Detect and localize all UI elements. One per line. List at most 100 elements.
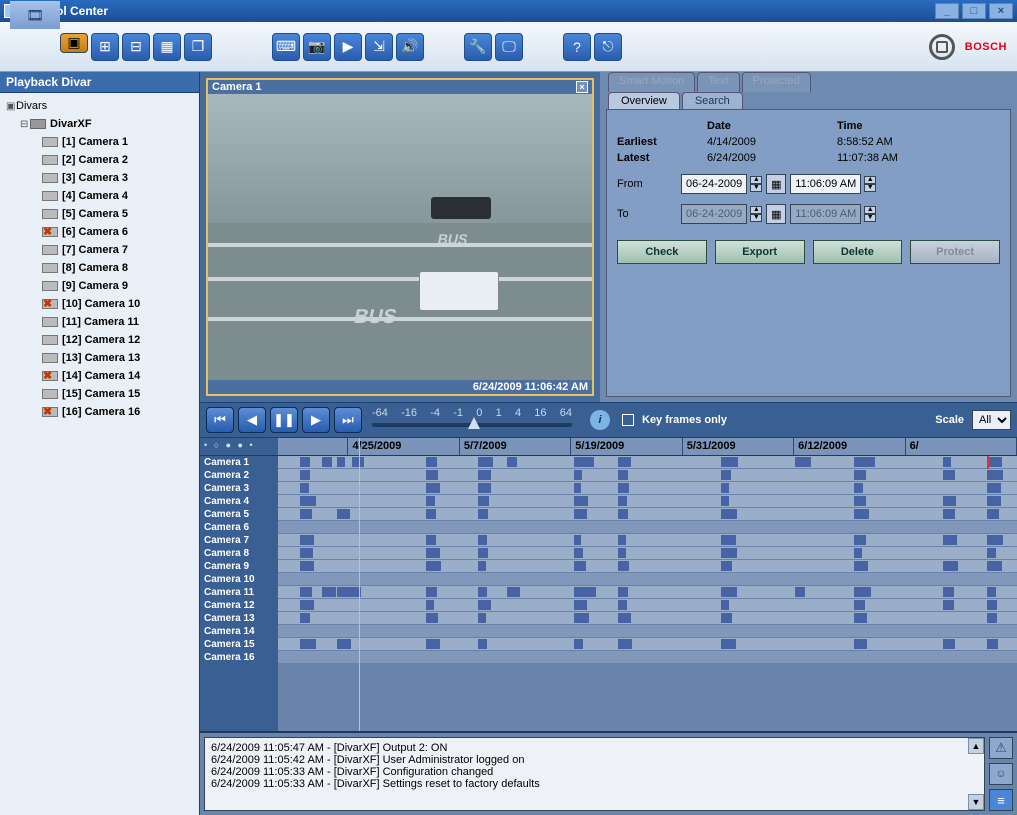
tree-camera[interactable]: [14] Camera 14: [2, 367, 197, 385]
camera-icon: [42, 299, 58, 309]
scale-select[interactable]: All: [972, 410, 1011, 430]
tree-camera[interactable]: [10] Camera 10: [2, 295, 197, 313]
tree-root[interactable]: ▣Divars: [2, 97, 197, 115]
delete-button[interactable]: Delete: [813, 240, 903, 264]
timeline-track[interactable]: [278, 651, 1017, 664]
help-button[interactable]: ?: [563, 33, 591, 61]
tree-camera[interactable]: [6] Camera 6: [2, 223, 197, 241]
timeline-track[interactable]: [278, 469, 1017, 482]
to-date-input[interactable]: 06-24-2009: [681, 204, 747, 224]
tab-protected[interactable]: Protected: [742, 72, 811, 92]
tree-camera[interactable]: [1] Camera 1: [2, 133, 197, 151]
timeline-track[interactable]: [278, 560, 1017, 573]
timeline-track[interactable]: [278, 495, 1017, 508]
play-forward-button[interactable]: ▶: [302, 407, 330, 433]
tab-search[interactable]: Search: [682, 92, 743, 109]
to-date-picker[interactable]: ▦: [766, 204, 786, 224]
device-tree[interactable]: ▣Divars ⊟DivarXF [1] Camera 1[2] Camera …: [0, 93, 199, 815]
tab-overview[interactable]: Overview: [608, 92, 680, 109]
tree-camera[interactable]: [3] Camera 3: [2, 169, 197, 187]
log-filter-alert-button[interactable]: ⚠: [989, 737, 1013, 759]
timeline-track[interactable]: [278, 521, 1017, 534]
timeline-label: Camera 5: [200, 508, 278, 521]
tree-camera[interactable]: [8] Camera 8: [2, 259, 197, 277]
calc-button[interactable]: ⌨: [272, 33, 300, 61]
speed-slider[interactable]: -64-16-4-10141664: [372, 407, 572, 433]
timeline-track[interactable]: [278, 456, 1017, 469]
maximize-button[interactable]: □: [962, 3, 986, 19]
hdr-time: Time: [837, 120, 947, 132]
info-icon[interactable]: i: [590, 410, 610, 430]
camera-icon: [42, 173, 58, 183]
monitor-button[interactable]: 🖵: [495, 33, 523, 61]
tree-camera[interactable]: [4] Camera 4: [2, 187, 197, 205]
right-panel: Smart Motion Text Protected Overview Sea…: [600, 72, 1017, 402]
timeline-track[interactable]: [278, 573, 1017, 586]
tree-camera[interactable]: [12] Camera 12: [2, 331, 197, 349]
layout-4-button[interactable]: ⊞: [91, 33, 119, 61]
timeline-track[interactable]: [278, 482, 1017, 495]
check-button[interactable]: Check: [617, 240, 707, 264]
tree-camera[interactable]: [13] Camera 13: [2, 349, 197, 367]
tree-camera[interactable]: [16] Camera 16: [2, 403, 197, 421]
person-icon: ☺: [995, 768, 1006, 780]
tree-camera[interactable]: [2] Camera 2: [2, 151, 197, 169]
camera-icon: [42, 209, 58, 219]
export-button-toolbar[interactable]: ⇲: [365, 33, 393, 61]
to-time-input[interactable]: 11:06:09 AM: [790, 204, 861, 224]
protect-button[interactable]: Protect: [910, 240, 1000, 264]
step-forward-button[interactable]: ⏭: [334, 407, 362, 433]
settings-button[interactable]: 🔧: [464, 33, 492, 61]
timeline-track[interactable]: [278, 612, 1017, 625]
logout-button[interactable]: ⎋: [594, 33, 622, 61]
tree-camera[interactable]: [15] Camera 15: [2, 385, 197, 403]
step-back-button[interactable]: ⏮: [206, 407, 234, 433]
keyframes-label: Key frames only: [642, 414, 727, 426]
scroll-up-icon[interactable]: ▲: [968, 738, 984, 754]
timeline-track[interactable]: [278, 534, 1017, 547]
log-filter-user-button[interactable]: ☺: [989, 763, 1013, 785]
tree-camera[interactable]: [11] Camera 11: [2, 313, 197, 331]
timeline[interactable]: • ○ ● ● • Camera 1Camera 2Camera 3Camera…: [200, 438, 1017, 731]
timeline-track[interactable]: [278, 547, 1017, 560]
layout-9-button[interactable]: ⊟: [122, 33, 150, 61]
wrench-icon: 🔧: [469, 38, 486, 55]
from-label: From: [617, 178, 677, 190]
tree-device[interactable]: ⊟DivarXF: [2, 115, 197, 133]
timeline-label: Camera 7: [200, 534, 278, 547]
tab-text[interactable]: Text: [697, 72, 739, 92]
audio-button[interactable]: 🔊: [396, 33, 424, 61]
slider-thumb-icon[interactable]: [468, 417, 480, 429]
keyframes-checkbox[interactable]: [622, 414, 634, 426]
scroll-down-icon[interactable]: ▼: [968, 794, 984, 810]
timeline-track[interactable]: [278, 599, 1017, 612]
snapshot-button[interactable]: 📷: [303, 33, 331, 61]
play-button-toolbar[interactable]: ▶: [334, 33, 362, 61]
timeline-cursor[interactable]: [359, 438, 360, 731]
tree-camera[interactable]: [7] Camera 7: [2, 241, 197, 259]
layout-16-button[interactable]: ▦: [153, 33, 181, 61]
timeline-track[interactable]: [278, 638, 1017, 651]
log-filter-system-button[interactable]: ≡: [989, 789, 1013, 811]
camera-icon: [42, 407, 58, 417]
video-cameo[interactable]: Camera 1× BUS BUS 6/24/2009 11:06:42 AM: [206, 78, 594, 396]
layout-multi-button[interactable]: ❐: [184, 33, 212, 61]
timeline-track[interactable]: [278, 625, 1017, 638]
log-line: 6/24/2009 11:05:33 AM - [DivarXF] Config…: [211, 766, 978, 778]
tree-camera[interactable]: [9] Camera 9: [2, 277, 197, 295]
minimize-button[interactable]: _: [935, 3, 959, 19]
export-button[interactable]: Export: [715, 240, 805, 264]
timeline-track[interactable]: [278, 586, 1017, 599]
from-date-picker[interactable]: ▦: [766, 174, 786, 194]
layout-1-button[interactable]: ▣: [60, 33, 88, 53]
timeline-track[interactable]: [278, 508, 1017, 521]
from-date-input[interactable]: 06-24-2009: [681, 174, 747, 194]
from-time-input[interactable]: 11:06:09 AM: [790, 174, 861, 194]
tab-smart-motion[interactable]: Smart Motion: [608, 72, 695, 92]
play-reverse-button[interactable]: ◀: [238, 407, 266, 433]
event-log[interactable]: 6/24/2009 11:05:47 AM - [DivarXF] Output…: [204, 737, 985, 811]
close-button[interactable]: ×: [989, 3, 1013, 19]
cameo-close-icon[interactable]: ×: [576, 81, 588, 93]
pause-button[interactable]: ❚❚: [270, 407, 298, 433]
tree-camera[interactable]: [5] Camera 5: [2, 205, 197, 223]
